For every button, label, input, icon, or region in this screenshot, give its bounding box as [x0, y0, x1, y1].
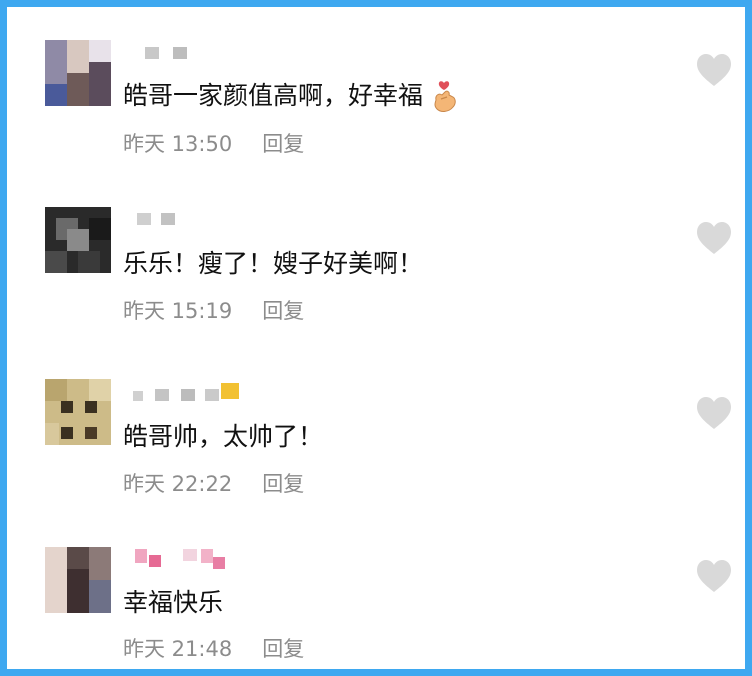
- avatar[interactable]: [45, 379, 111, 445]
- comment-meta: 昨天 15:19 回复: [123, 295, 304, 325]
- avatar[interactable]: [45, 547, 111, 613]
- reply-button[interactable]: 回复: [262, 299, 304, 323]
- comment-meta: 昨天 21:48 回复: [123, 633, 304, 663]
- comment-time: 昨天 21:48: [123, 637, 233, 661]
- reply-button[interactable]: 回复: [262, 637, 304, 661]
- like-heart-icon[interactable]: [696, 396, 732, 430]
- comment-time: 昨天 22:22: [123, 472, 233, 496]
- like-heart-icon[interactable]: [696, 221, 732, 255]
- comment-list: 皓哥一家颜值高啊，好幸福 昨天 13:50 回复 乐乐！瘦了！嫂子好美啊！ 昨天…: [0, 0, 752, 676]
- like-heart-icon[interactable]: [696, 559, 732, 593]
- avatar[interactable]: [45, 207, 111, 273]
- comment-item: 幸福快乐 昨天 21:48 回复: [7, 7, 745, 661]
- comment-text: 皓哥帅，太帅了！: [123, 422, 324, 451]
- reply-button[interactable]: 回复: [262, 472, 304, 496]
- comment-time: 昨天 15:19: [123, 299, 233, 323]
- comment-text: 乐乐！瘦了！嫂子好美啊！: [123, 249, 424, 278]
- comment-meta: 昨天 22:22 回复: [123, 468, 304, 498]
- comment-text: 幸福快乐: [123, 588, 224, 617]
